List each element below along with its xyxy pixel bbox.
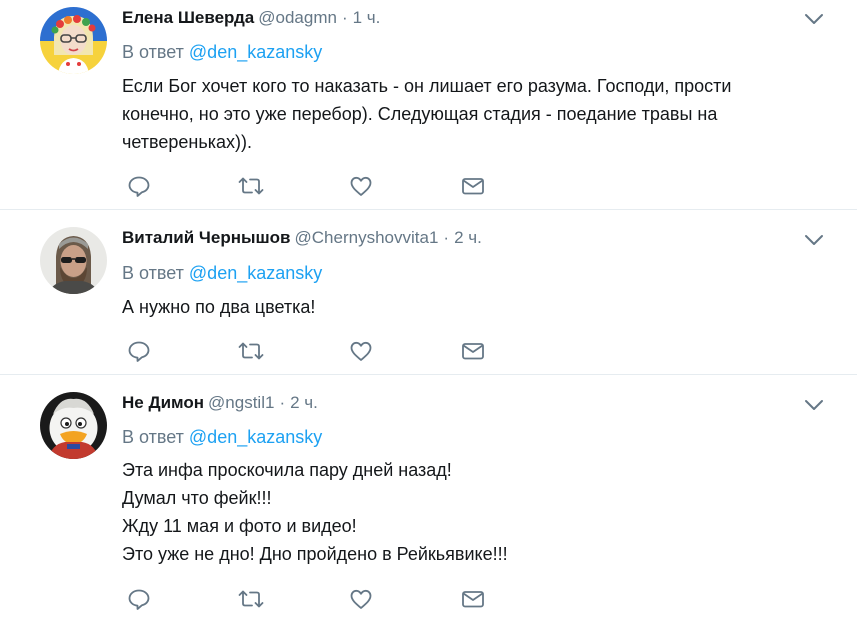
timestamp[interactable]: 1 ч. — [353, 8, 381, 27]
reply-mention-link[interactable]: @den_kazansky — [189, 42, 322, 62]
tweet-text-line: Если Бог хочет кого то наказать - он лиш… — [122, 76, 732, 96]
tweet[interactable]: Не Димон @ngstil1 · 2 ч. В ответ @den_kazan… — [0, 376, 857, 622]
tweet-text-line: А нужно по два цветка! — [122, 297, 316, 317]
author-handle[interactable]: @ngstil1 — [208, 393, 274, 412]
reply-prefix: В ответ — [122, 427, 184, 447]
separator-dot: · — [341, 8, 348, 27]
tweet-text: А нужно по два цветка! — [122, 293, 802, 321]
separator-dot: · — [279, 393, 286, 412]
author-name[interactable]: Елена Шеверда — [122, 8, 254, 27]
timestamp[interactable]: 2 ч. — [454, 228, 482, 247]
tweet-text-line: конечно, но это уже перебор). Следующая … — [122, 104, 718, 124]
tweet-actions — [127, 175, 527, 197]
tweet-text: Эта инфа проскочила пару дней назад! Дум… — [122, 456, 802, 568]
reply-context: В ответ @den_kazansky — [122, 261, 322, 285]
avatar[interactable] — [40, 392, 107, 459]
like-icon[interactable] — [349, 340, 373, 362]
tweet-text-line: четвереньках)). — [122, 132, 253, 152]
chevron-down-icon[interactable] — [803, 398, 825, 412]
tweet-text-line: Эта инфа проскочила пару дней назад! — [122, 460, 452, 480]
author-handle[interactable]: @Chernyshovvita1 — [295, 228, 439, 247]
tweet-actions — [127, 340, 527, 362]
reply-context: В ответ @den_kazansky — [122, 40, 322, 64]
avatar-image — [40, 227, 107, 294]
like-icon[interactable] — [349, 588, 373, 610]
direct-message-icon[interactable] — [461, 175, 485, 197]
reply-icon[interactable] — [127, 340, 151, 362]
avatar[interactable] — [40, 7, 107, 74]
author-name[interactable]: Виталий Чернышов — [122, 228, 291, 247]
tweet-header: Елена Шеверда @odagmn · 1 ч. — [122, 6, 380, 30]
reply-mention-link[interactable]: @den_kazansky — [189, 427, 322, 447]
retweet-icon[interactable] — [237, 588, 265, 610]
tweet-header: Виталий Чернышов @Chernyshovvita1 · 2 ч. — [122, 226, 482, 250]
timestamp[interactable]: 2 ч. — [290, 393, 318, 412]
separator-dot: · — [443, 228, 450, 247]
chevron-down-icon[interactable] — [803, 233, 825, 247]
tweet-header: Не Димон @ngstil1 · 2 ч. — [122, 391, 318, 415]
author-handle[interactable]: @odagmn — [258, 8, 337, 27]
direct-message-icon[interactable] — [461, 340, 485, 362]
author-name[interactable]: Не Димон — [122, 393, 204, 412]
reply-prefix: В ответ — [122, 263, 184, 283]
avatar-image — [40, 7, 107, 74]
like-icon[interactable] — [349, 175, 373, 197]
reply-mention-link[interactable]: @den_kazansky — [189, 263, 322, 283]
tweet-text-line: Жду 11 мая и фото и видео! — [122, 516, 357, 536]
reply-prefix: В ответ — [122, 42, 184, 62]
chevron-down-icon[interactable] — [803, 12, 825, 26]
tweet-text: Если Бог хочет кого то наказать - он лиш… — [122, 72, 802, 156]
direct-message-icon[interactable] — [461, 588, 485, 610]
reply-icon[interactable] — [127, 175, 151, 197]
tweet-text-line: Это уже не дно! Дно пройдено в Рейкьявик… — [122, 544, 508, 564]
retweet-icon[interactable] — [237, 340, 265, 362]
tweet-actions — [127, 588, 527, 610]
tweet-text-line: Думал что фейк!!! — [122, 488, 272, 508]
retweet-icon[interactable] — [237, 175, 265, 197]
tweet[interactable]: Елена Шеверда @odagmn · 1 ч. В ответ @den_k… — [0, 0, 857, 210]
reply-icon[interactable] — [127, 588, 151, 610]
reply-context: В ответ @den_kazansky — [122, 425, 322, 449]
avatar[interactable] — [40, 227, 107, 294]
avatar-image — [40, 392, 107, 459]
tweet[interactable]: Виталий Чернышов @Chernyshovvita1 · 2 ч. В … — [0, 211, 857, 375]
